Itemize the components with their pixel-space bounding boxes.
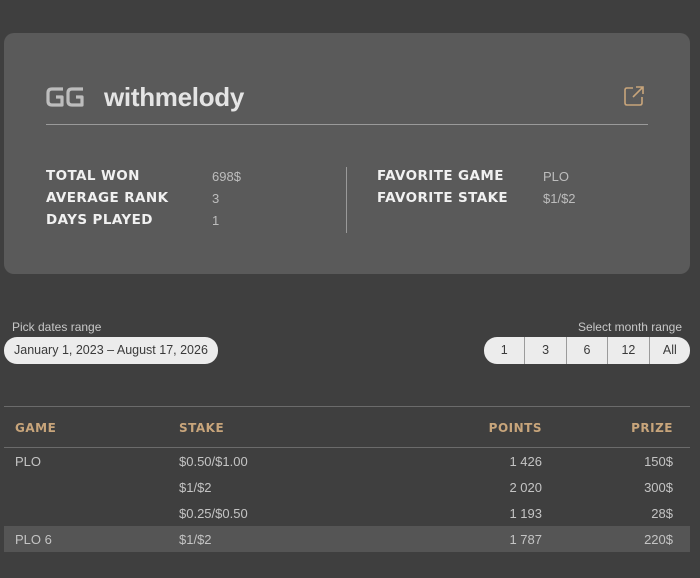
table-row: PLO 6 $1/$2 1 787 220$ [4, 526, 690, 552]
cell-stake: $0.50/$1.00 [179, 454, 248, 469]
table-row: $1/$2 2 020 300$ [4, 474, 690, 500]
username: withmelody [104, 82, 245, 112]
stat-value: 3 [212, 191, 220, 206]
header-game: GAME [15, 421, 57, 435]
stat-label: TOTAL WON [46, 168, 140, 184]
header-points: POINTS [488, 421, 542, 435]
month-option-3[interactable]: 3 [524, 337, 565, 364]
stat-label: FAVORITE GAME [377, 168, 504, 184]
month-option-1[interactable]: 1 [484, 337, 524, 364]
month-option-6[interactable]: 6 [565, 337, 607, 364]
profile-card: withmelody TOTAL WON 698$ AVERAGE RANK 3… [4, 33, 690, 274]
cell-prize: 28$ [651, 506, 673, 521]
stat-value: 698$ [212, 169, 241, 184]
table-header: GAME STAKE POINTS PRIZE [4, 407, 690, 448]
results-table: GAME STAKE POINTS PRIZE PLO $0.50/$1.00 … [4, 406, 690, 552]
cell-prize: 220$ [644, 532, 673, 547]
month-range-selector: 1 3 6 12 All [484, 337, 690, 364]
cell-stake: $1/$2 [179, 532, 212, 547]
cell-prize: 300$ [644, 480, 673, 495]
dates-range-label: Pick dates range [12, 320, 102, 334]
stat-label: AVERAGE RANK [46, 190, 169, 206]
stat-value: PLO [543, 169, 570, 184]
month-range-label: Select month range [577, 320, 682, 334]
header-prize: PRIZE [631, 421, 673, 435]
stat-label: DAYS PLAYED [46, 212, 153, 228]
header-stake: STAKE [179, 421, 225, 435]
cell-stake: $1/$2 [179, 480, 212, 495]
table-row: $0.25/$0.50 1 193 28$ [4, 500, 690, 526]
month-option-12[interactable]: 12 [607, 337, 648, 364]
profile-header: withmelody [46, 79, 648, 125]
cell-points: 1 426 [509, 454, 542, 469]
cell-game: PLO 6 [15, 532, 52, 547]
cell-points: 2 020 [509, 480, 542, 495]
month-option-all[interactable]: All [648, 337, 690, 364]
cell-stake: $0.25/$0.50 [179, 506, 248, 521]
stat-label: FAVORITE STAKE [377, 190, 509, 206]
cell-points: 1 787 [509, 532, 542, 547]
cell-game: PLO [15, 454, 42, 469]
stat-value: $1/$2 [543, 191, 576, 206]
external-link-icon[interactable] [622, 84, 646, 108]
gg-logo-icon [46, 87, 84, 107]
cell-prize: 150$ [644, 454, 673, 469]
table-row: PLO $0.50/$1.00 1 426 150$ [4, 448, 690, 474]
stat-value: 1 [212, 213, 220, 228]
date-range-picker[interactable]: January 1, 2023 – August 17, 2026 [4, 337, 218, 364]
cell-points: 1 193 [509, 506, 542, 521]
stats-divider [346, 167, 347, 233]
